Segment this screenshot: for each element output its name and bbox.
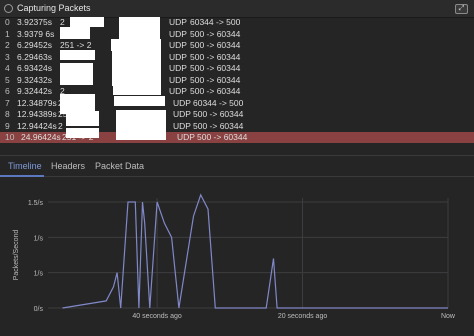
y-tick-label: 1/s	[34, 235, 44, 242]
packet-index: 9	[5, 120, 10, 131]
packet-protocol: UDP	[169, 17, 187, 27]
tab-timeline[interactable]: Timeline	[8, 161, 42, 171]
packet-index: 7	[5, 97, 10, 108]
packet-ports: 60344 -> 500	[193, 97, 244, 108]
packet-time: 12.94424s	[17, 120, 57, 131]
packet-ports: 500 -> 60344	[193, 109, 244, 119]
packet-flow: 2	[58, 120, 63, 131]
redaction	[114, 96, 165, 106]
packet-ports: 500 -> 60344	[190, 86, 241, 96]
packet-ports: 500 -> 60344	[197, 132, 248, 142]
redaction	[60, 27, 90, 39]
packet-index: 5	[5, 74, 10, 85]
redaction	[112, 48, 161, 86]
packet-index: 10	[5, 132, 15, 142]
redaction	[66, 128, 99, 138]
spinner-icon	[4, 4, 13, 13]
packet-protocol: UDP	[169, 28, 187, 39]
packet-ports: 500 -> 60344	[190, 28, 241, 39]
packet-index: 2	[5, 40, 10, 50]
packet-index: 0	[5, 17, 10, 27]
y-tick-label: 0/s	[34, 306, 44, 313]
packet-ports: 500 -> 60344	[190, 74, 241, 85]
series-line	[62, 193, 448, 309]
redaction	[70, 17, 104, 27]
packet-time: 24.96424s	[21, 132, 61, 142]
packet-ports: 500 -> 60344	[193, 120, 244, 131]
tab-packet-data[interactable]: Packet Data	[95, 161, 144, 171]
packet-ports: 500 -> 60344	[190, 51, 241, 62]
packet-index: 8	[5, 109, 10, 119]
packet-ports: 500 -> 60344	[190, 63, 241, 73]
x-tick-label: 20 seconds ago	[278, 313, 328, 320]
packet-time: 9.32442s	[17, 86, 52, 96]
packet-protocol: UDP	[177, 132, 195, 142]
y-axis-label: Packets/Second	[13, 230, 20, 281]
packet-index: 3	[5, 51, 10, 62]
packet-protocol: UDP	[173, 109, 191, 119]
packet-time: 3.92375s	[17, 17, 52, 27]
detail-tabs: Timeline Headers Packet Data	[0, 155, 474, 177]
packet-time: 6.93424s	[17, 63, 52, 73]
packet-time: 6.29452s	[17, 40, 52, 50]
packet-protocol: UDP	[169, 51, 187, 62]
title-bar: Capturing Packets ⤢	[0, 0, 474, 18]
expand-icon[interactable]: ⤢	[455, 4, 468, 14]
packet-protocol: UDP	[169, 86, 187, 96]
packet-ports: 60344 -> 500	[190, 17, 241, 27]
packet-time: 12.94389s	[17, 109, 57, 119]
packet-ports: 500 -> 60344	[190, 40, 241, 50]
tab-headers[interactable]: Headers	[51, 161, 85, 171]
y-tick-label: 1/s	[34, 271, 44, 278]
packet-index: 6	[5, 86, 10, 96]
window-title: Capturing Packets	[17, 3, 91, 13]
redaction	[116, 110, 166, 140]
packet-time: 3.9379 6s	[17, 28, 55, 39]
packet-protocol: UDP	[169, 74, 187, 85]
packet-index: 1	[5, 28, 10, 39]
packet-protocol: UDP	[169, 40, 187, 50]
packet-time: 9.32432s	[17, 74, 52, 85]
redaction	[60, 63, 93, 85]
packet-index: 4	[5, 63, 10, 73]
redaction	[113, 84, 161, 95]
timeline-chart: 0/s 1/s 1/s 1.5/s 40 seconds ago 20 seconds a…	[0, 176, 474, 334]
packet-time: 6.29463s	[17, 51, 52, 62]
redaction	[66, 111, 99, 126]
redaction	[60, 50, 95, 60]
packet-protocol: UDP	[173, 120, 191, 131]
packet-time: 12.34879s	[17, 97, 57, 108]
x-tick-label: 40 seconds ago	[132, 313, 182, 320]
packet-protocol: UDP	[169, 63, 187, 73]
y-tick-label: 1.5/s	[28, 200, 44, 207]
timeline-chart-svg: 0/s 1/s 1/s 1.5/s 40 seconds ago 20 seconds a…	[13, 193, 456, 320]
packet-protocol: UDP	[173, 97, 191, 108]
x-tick-label: Now	[441, 313, 456, 320]
